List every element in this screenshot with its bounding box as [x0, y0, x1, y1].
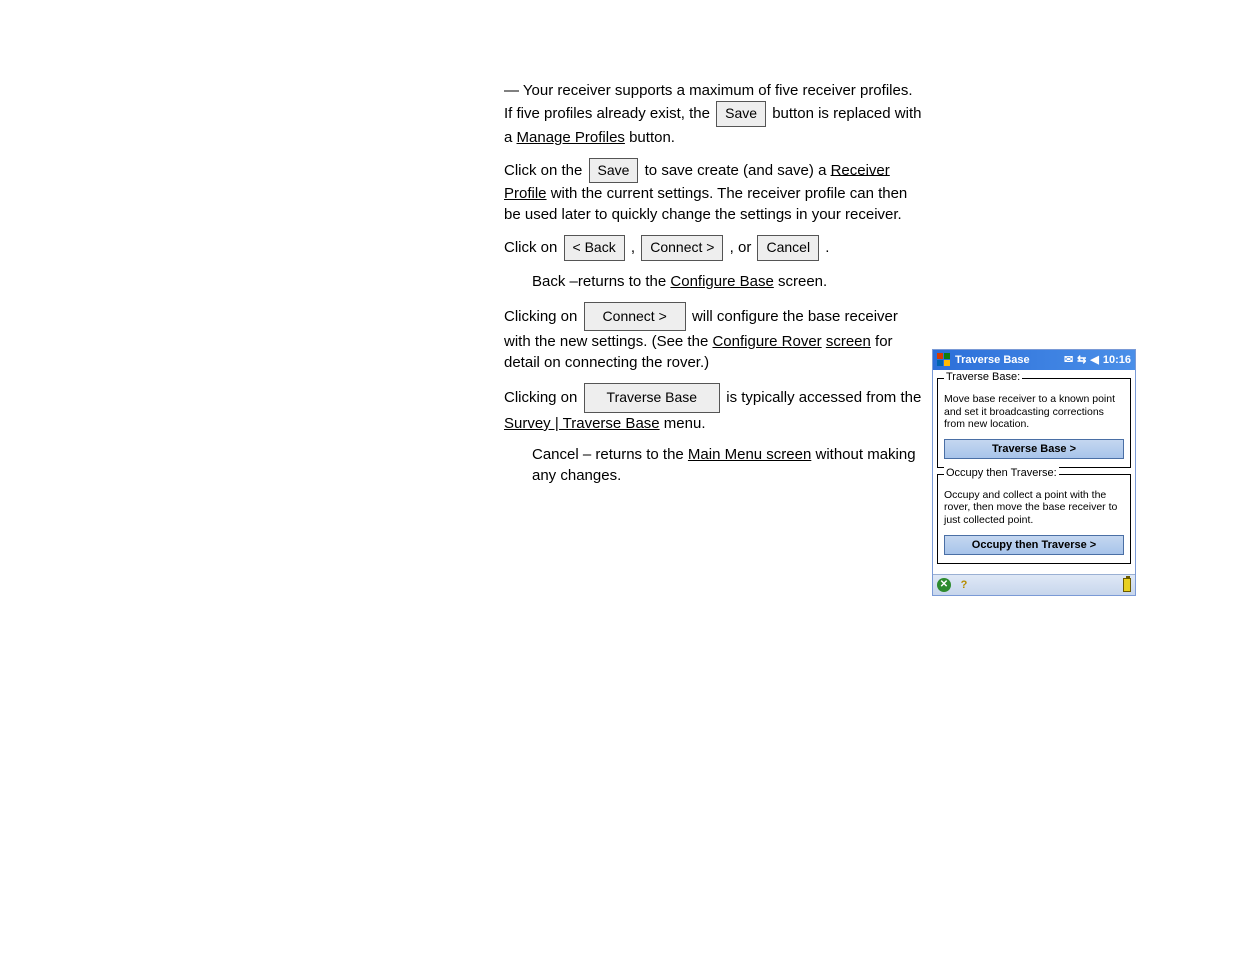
back-desc: Back –returns to the Configure Base scre… — [532, 271, 924, 292]
save-instruction: Click on the Save to save create (and sa… — [504, 158, 924, 226]
device-title: Traverse Base — [955, 354, 1030, 366]
nav-buttons-line: Click on < Back , Connect > , or Cancel … — [504, 235, 924, 261]
traverse-base-button[interactable]: Traverse Base > — [944, 439, 1124, 459]
sync-icon: ⇆ — [1077, 355, 1086, 366]
chat-icon: ✉ — [1064, 355, 1073, 366]
configure-rover-link[interactable]: Configure Rover — [712, 333, 821, 350]
occupy-then-traverse-button[interactable]: Occupy then Traverse > — [944, 535, 1124, 555]
traverse-base-button[interactable]: Traverse Base — [584, 383, 721, 413]
text: to save create (and save) a — [645, 161, 831, 178]
text: Click on the — [504, 161, 587, 178]
text: menu. — [664, 415, 706, 432]
text: button. — [629, 129, 675, 146]
group-title: Traverse Base: — [944, 371, 1022, 383]
text: , or — [730, 239, 756, 256]
device-titlebar: Traverse Base ✉ ⇆ ◀ 10:16 — [933, 350, 1135, 370]
occupy-traverse-group: Occupy then Traverse: Occupy and collect… — [937, 474, 1131, 564]
survey-traverse-link[interactable]: Survey | Traverse Base — [504, 415, 660, 432]
save-button[interactable]: Save — [716, 101, 766, 127]
text: Cancel – returns to the — [532, 446, 688, 463]
text: . — [825, 239, 829, 256]
cancel-button[interactable]: Cancel — [757, 235, 819, 261]
traverse-base-group: Traverse Base: Move base receiver to a k… — [937, 378, 1131, 468]
main-text-block: — Your receiver supports a maximum of fi… — [504, 80, 924, 496]
traverse-desc: Clicking on Traverse Base is typically a… — [504, 383, 924, 434]
text: Clicking on — [504, 389, 582, 406]
help-icon[interactable]: ? — [957, 578, 971, 592]
text: Click on — [504, 239, 562, 256]
text: screen. — [778, 273, 827, 290]
configure-base-link[interactable]: Configure Base — [670, 273, 773, 290]
text: Clicking on — [504, 308, 582, 325]
device-screenshot: Traverse Base ✉ ⇆ ◀ 10:16 Traverse Base:… — [932, 349, 1136, 596]
windows-flag-icon — [937, 353, 951, 367]
text: Back –returns to the — [532, 273, 670, 290]
screen-link[interactable]: screen — [826, 333, 871, 350]
back-button[interactable]: < Back — [564, 235, 625, 261]
group-title: Occupy then Traverse: — [944, 467, 1059, 479]
note-max-profiles: — Your receiver supports a maximum of fi… — [504, 80, 924, 148]
battery-icon — [1123, 578, 1131, 592]
main-menu-link[interactable]: Main Menu screen — [688, 446, 811, 463]
clock-text: 10:16 — [1103, 355, 1131, 366]
device-body: Traverse Base: Move base receiver to a k… — [933, 370, 1135, 574]
text: with the current settings. The receiver … — [504, 185, 907, 223]
titlebar-icons: ✉ ⇆ ◀ 10:16 — [1064, 355, 1131, 366]
connect-desc: Clicking on Connect > will configure the… — [504, 302, 924, 374]
group-desc: Occupy and collect a point with the rove… — [944, 489, 1124, 527]
speaker-icon: ◀ — [1090, 355, 1098, 366]
manage-profiles-link[interactable]: Manage Profiles — [517, 129, 625, 146]
connect-button[interactable]: Connect > — [641, 235, 723, 261]
close-icon[interactable]: ✕ — [937, 578, 951, 592]
cancel-desc: Cancel – returns to the Main Menu screen… — [532, 444, 924, 486]
device-bottombar: ✕ ? — [933, 574, 1135, 595]
text: , — [631, 239, 639, 256]
save-button[interactable]: Save — [589, 158, 639, 184]
text: is typically accessed from the — [726, 389, 921, 406]
group-desc: Move base receiver to a known point and … — [944, 393, 1124, 431]
connect-button[interactable]: Connect > — [584, 302, 686, 332]
